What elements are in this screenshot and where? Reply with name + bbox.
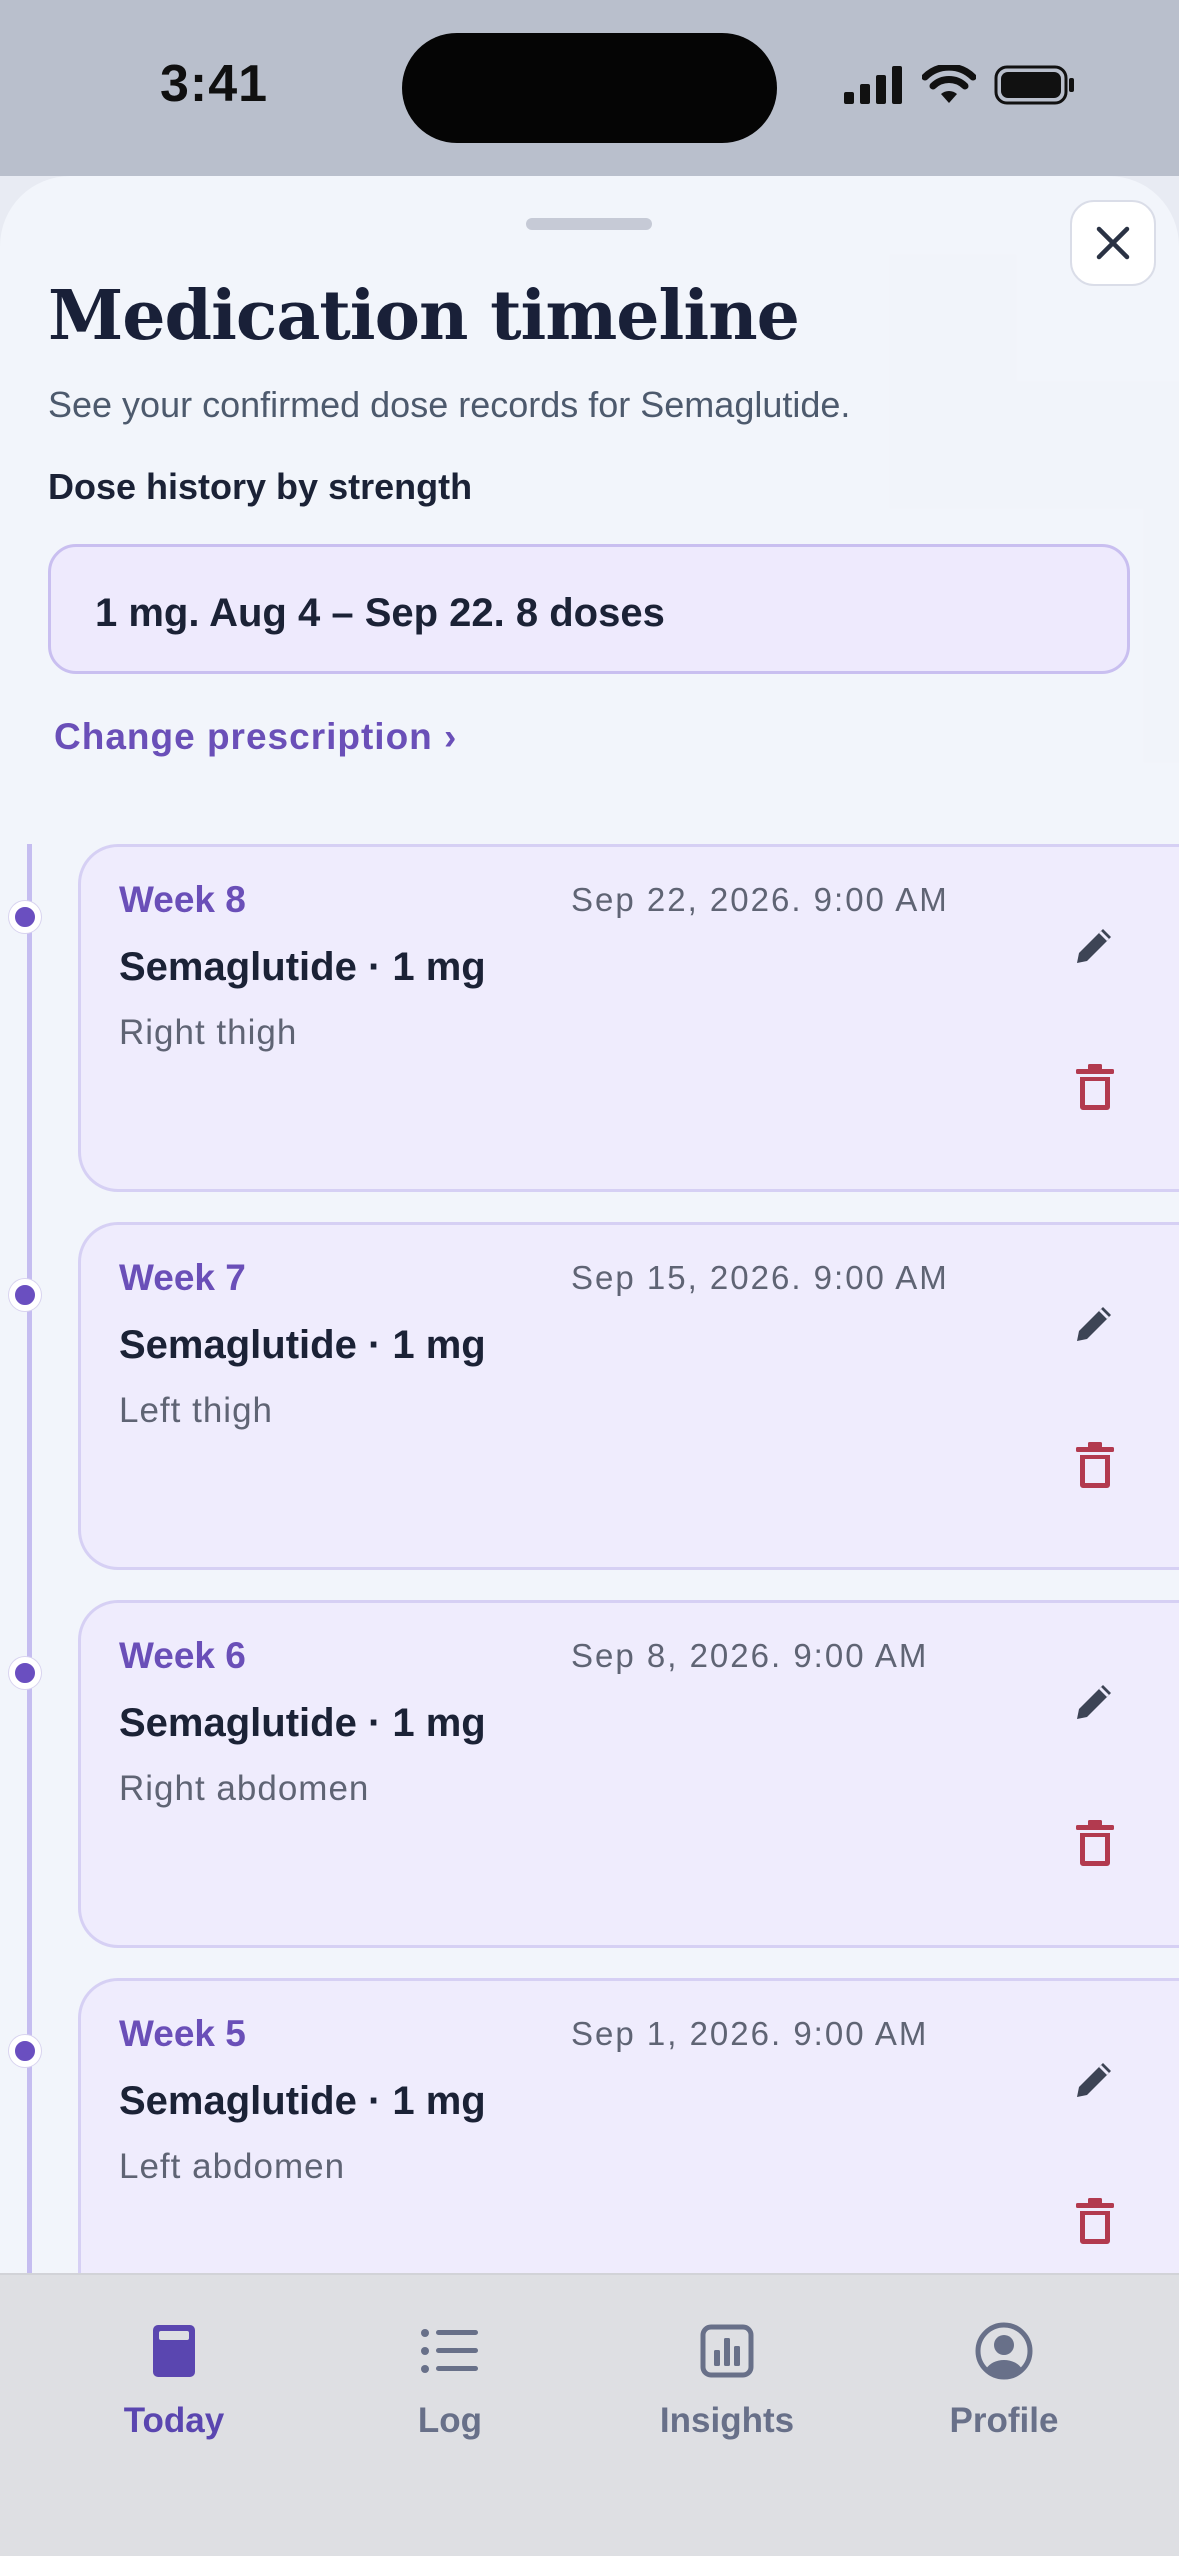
dose-medication: Semaglutide · 1 mg	[119, 1701, 486, 1745]
wifi-icon	[921, 63, 977, 110]
dose-medication: Semaglutide · 1 mg	[119, 2079, 486, 2123]
dose-card[interactable]: Week 7 Sep 15, 2026. 9:00 AM Semaglutide…	[78, 1222, 1179, 1570]
tab-label: Log	[417, 2401, 483, 2440]
pencil-icon	[1077, 1685, 1111, 1719]
sheet-grabber[interactable]	[526, 218, 652, 230]
trash-icon	[1076, 1064, 1114, 1110]
injection-site: Left thigh	[119, 1391, 273, 1430]
sheet-title: Medication timeline	[48, 276, 800, 356]
close-icon	[1096, 226, 1130, 260]
edit-dose-button[interactable]	[1065, 2049, 1125, 2109]
pencil-icon	[1077, 1307, 1111, 1341]
tab-today[interactable]: Today	[64, 2315, 284, 2455]
edit-dose-button[interactable]	[1065, 915, 1125, 975]
medication-timeline-sheet: Medication timeline See your confirmed d…	[0, 176, 1179, 2326]
tab-label: Profile	[949, 2401, 1059, 2440]
delete-dose-button[interactable]	[1065, 1057, 1125, 1117]
dose-date: Sep 15, 2026. 9:00 AM	[571, 1259, 949, 1296]
delete-dose-button[interactable]	[1065, 1813, 1125, 1873]
tab-insights[interactable]: Insights	[617, 2315, 837, 2455]
dynamic-island	[402, 33, 777, 143]
trash-icon	[1076, 2198, 1114, 2244]
status-time: 3:41	[160, 55, 269, 113]
strength-filter-chip[interactable]: 1 mg. Aug 4 – Sep 22. 8 doses	[48, 544, 1130, 674]
tab-profile[interactable]: Profile	[894, 2315, 1114, 2455]
sheet-subtitle: See your confirmed dose records for Sema…	[48, 384, 851, 425]
dose-medication: Semaglutide · 1 mg	[119, 945, 486, 989]
section-label: Dose history by strength	[48, 466, 473, 507]
tab-bar: Today Log Insights Profile	[0, 2273, 1179, 2556]
timeline-node	[9, 2035, 41, 2067]
trash-icon	[1076, 1820, 1114, 1866]
injection-site: Right abdomen	[119, 1769, 370, 1808]
timeline-node	[9, 1657, 41, 1689]
timeline-line	[27, 844, 32, 2284]
pencil-icon	[1077, 2063, 1111, 2097]
injection-site: Left abdomen	[119, 2147, 346, 2186]
list-icon	[414, 2315, 486, 2387]
timeline-node	[9, 901, 41, 933]
dose-date: Sep 22, 2026. 9:00 AM	[571, 881, 949, 918]
dose-week: Week 7	[119, 1257, 246, 1298]
timeline-node	[9, 1279, 41, 1311]
bar-chart-icon	[691, 2315, 763, 2387]
cellular-signal-icon	[844, 65, 904, 109]
dose-week: Week 8	[119, 879, 246, 920]
dose-card[interactable]: Week 8 Sep 22, 2026. 9:00 AM Semaglutide…	[78, 844, 1179, 1192]
delete-dose-button[interactable]	[1065, 2191, 1125, 2251]
edit-dose-button[interactable]	[1065, 1293, 1125, 1353]
tab-label: Today	[123, 2401, 225, 2440]
battery-icon	[994, 65, 1076, 110]
change-prescription-link[interactable]: Change prescription ›	[54, 716, 457, 758]
tab-log[interactable]: Log	[340, 2315, 560, 2455]
strength-chip-label: 1 mg. Aug 4 – Sep 22. 8 doses	[95, 591, 665, 635]
dose-medication: Semaglutide · 1 mg	[119, 1323, 486, 1367]
pencil-icon	[1077, 929, 1111, 963]
dose-card[interactable]: Week 6 Sep 8, 2026. 9:00 AM Semaglutide …	[78, 1600, 1179, 1948]
delete-dose-button[interactable]	[1065, 1435, 1125, 1495]
dose-date: Sep 1, 2026. 9:00 AM	[571, 2015, 929, 2052]
edit-dose-button[interactable]	[1065, 1671, 1125, 1731]
today-icon	[138, 2315, 210, 2387]
status-bar: 3:41	[0, 0, 1179, 176]
status-icons	[844, 62, 1076, 112]
injection-site: Right thigh	[119, 1013, 298, 1052]
dose-date: Sep 8, 2026. 9:00 AM	[571, 1637, 929, 1674]
trash-icon	[1076, 1442, 1114, 1488]
dose-week: Week 6	[119, 1635, 246, 1676]
dose-week: Week 5	[119, 2013, 246, 2054]
close-button[interactable]	[1070, 200, 1156, 286]
tab-label: Insights	[659, 2401, 795, 2440]
profile-icon	[968, 2315, 1040, 2387]
